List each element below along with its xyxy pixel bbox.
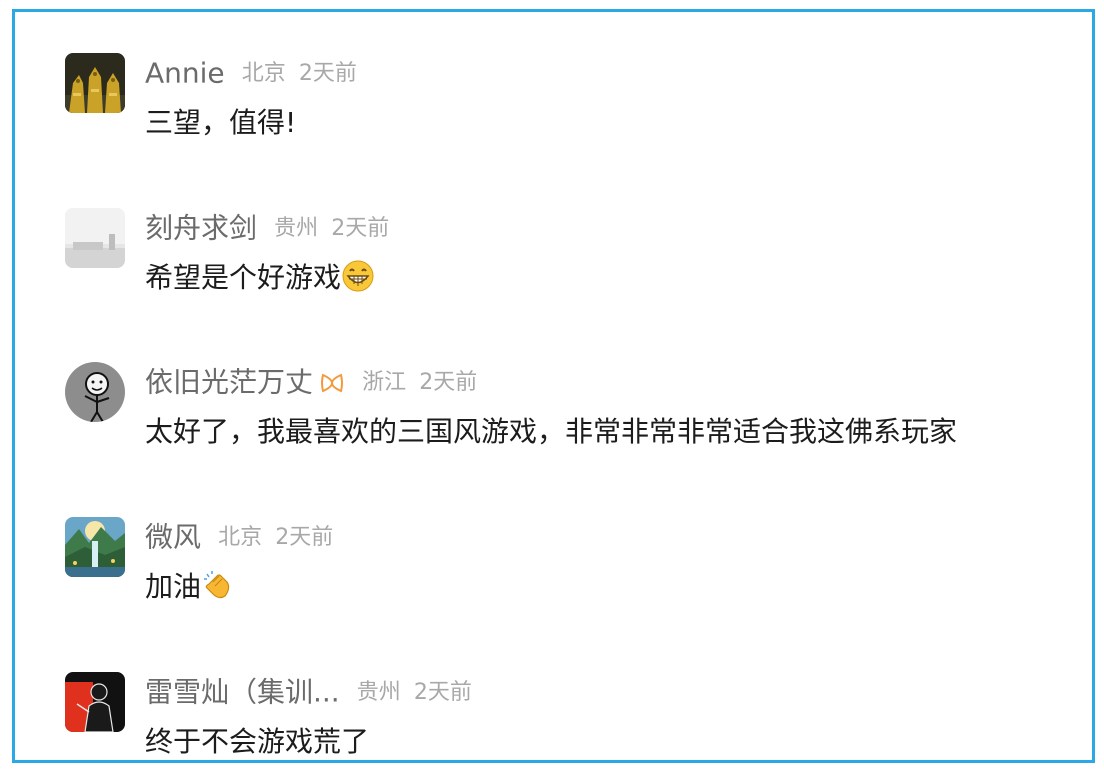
comment-body: 三望，值得! [145,106,297,139]
location: 浙江 [362,369,407,395]
timestamp: 2天前 [275,524,334,550]
comment-meta: 刻舟求剑 贵州 2天前 [145,210,389,247]
comment-text: 终于不会游戏荒了 [145,722,370,760]
comment-body: 太好了，我最喜欢的三国风游戏，非常非常非常适合我这佛系玩家 [145,415,958,448]
timestamp: 2天前 [419,369,478,395]
comment-body: 加油 [145,570,202,603]
timestamp: 2天前 [298,60,357,86]
comment-body: 终于不会游戏荒了 [145,725,370,758]
comment-item: 微风 北京 2天前 加油 [65,517,1065,637]
comment-item: Annie 北京 2天前 三望，值得! [65,53,1065,173]
timestamp: 2天前 [331,215,390,241]
comment-text: 希望是个好游戏 [145,258,375,298]
comment-meta: 雷雪灿（集训... 贵州 2天前 [145,674,472,711]
timestamp: 2天前 [413,679,472,705]
user-avatar[interactable] [65,362,125,422]
user-avatar[interactable] [65,672,125,732]
comment-text: 加油 [145,567,235,607]
username[interactable]: Annie [145,57,225,90]
user-avatar[interactable] [65,517,125,577]
user-avatar[interactable] [65,208,125,268]
location: 北京 [241,60,286,86]
comment-meta: 依旧光茫万丈 浙江 2天前 [145,364,477,401]
comment-text: 太好了，我最喜欢的三国风游戏，非常非常非常适合我这佛系玩家 [145,412,957,452]
golden-dragons-avatar [65,53,125,113]
comment-meta: Annie 北京 2天前 [145,55,357,92]
red-silhouette-avatar [65,672,125,732]
comment-item: 刻舟求剑 贵州 2天前 希望是个好游戏 [65,208,1065,328]
comment-list: Annie 北京 2天前 三望，值得! 刻舟求剑 贵州 2天前 希望是个好游戏 [12,9,1095,763]
username[interactable]: 雷雪灿（集训... [145,676,340,709]
waterfall-landscape-avatar [65,517,125,577]
username[interactable]: 微风 [145,521,201,554]
clapping-hands-emoji [201,568,235,602]
comment-item: 雷雪灿（集训... 贵州 2天前 终于不会游戏荒了 [65,672,1065,760]
location: 贵州 [356,679,401,705]
location: 北京 [218,524,263,550]
location: 贵州 [274,215,319,241]
grinning-face-emoji [341,259,375,293]
comment-text: 三望，值得! [145,103,296,143]
username[interactable]: 依旧光茫万丈 [145,366,313,399]
user-avatar[interactable] [65,53,125,113]
username[interactable]: 刻舟求剑 [145,212,257,245]
orange-ribbon-badge-icon [319,370,345,396]
stick-figure-avatar [65,362,125,422]
comment-meta: 微风 北京 2天前 [145,519,333,556]
comment-item: 依旧光茫万丈 浙江 2天前 太好了，我最喜欢的三国风游戏，非常非常非常适合我这佛… [65,362,1065,482]
gray-room-avatar [65,208,125,268]
comment-body: 希望是个好游戏 [145,261,342,294]
